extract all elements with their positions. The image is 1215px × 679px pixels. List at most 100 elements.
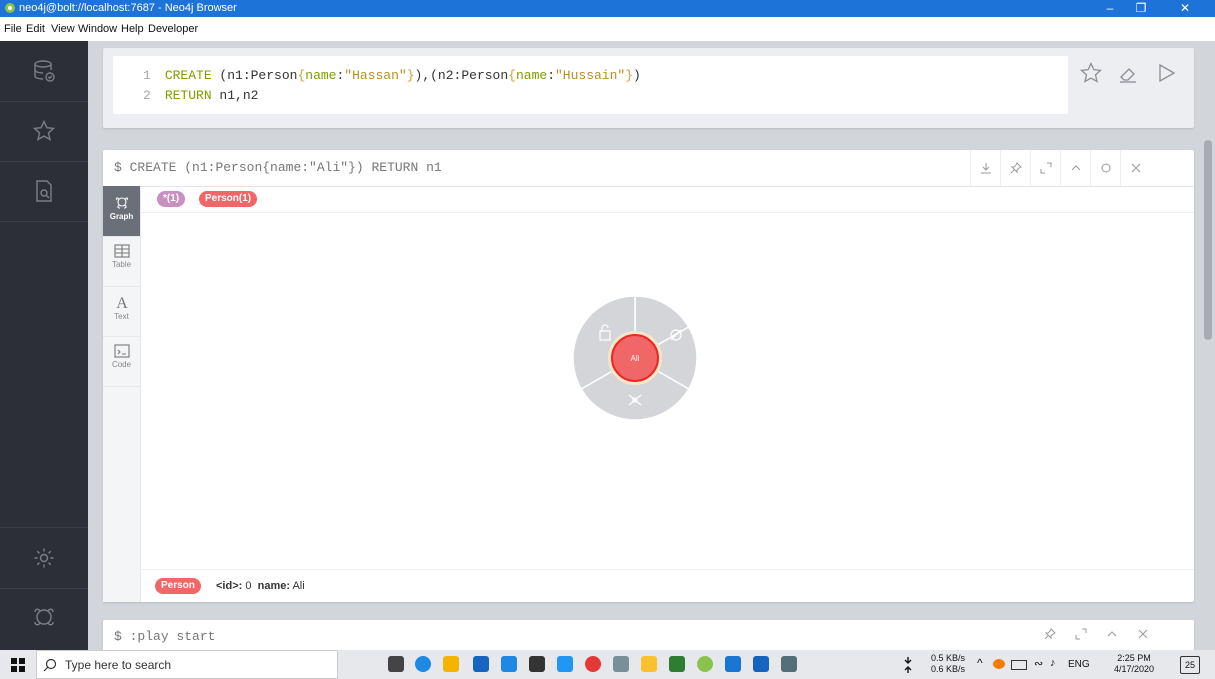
excel-icon[interactable] — [669, 656, 685, 672]
language-indicator[interactable]: ENG — [1068, 659, 1090, 670]
tab-table[interactable]: Table — [103, 236, 140, 287]
status-label-badge[interactable]: Person — [155, 578, 201, 594]
tray-app-icon[interactable] — [993, 659, 1005, 669]
fullscreen-button[interactable] — [1030, 150, 1061, 186]
minimize-button[interactable]: – — [1095, 0, 1125, 17]
editor-line-2: 2 RETURN n1,n2 — [143, 88, 259, 103]
sidebar-about[interactable] — [0, 587, 88, 647]
document-search-icon — [36, 180, 52, 202]
clear-eraser-icon[interactable] — [1116, 61, 1140, 85]
sidebar-favorites[interactable] — [0, 101, 88, 162]
pin-button[interactable] — [1000, 150, 1031, 186]
neo4j-app-icon — [5, 3, 15, 13]
wifi-icon[interactable]: ∾ — [1034, 657, 1043, 670]
search-placeholder: Type here to search — [65, 658, 172, 672]
menu-file[interactable]: File — [4, 23, 22, 35]
volume-icon[interactable]: ♪ — [1050, 657, 1056, 669]
settings-app-icon[interactable] — [529, 656, 545, 672]
clock[interactable]: 2:25 PM 4/17/2020 — [1112, 653, 1156, 675]
app3-icon[interactable] — [781, 656, 797, 672]
chevron-up-icon[interactable] — [1106, 628, 1118, 640]
tab-graph[interactable]: Graph — [103, 186, 140, 237]
notification-center-icon[interactable]: 25 — [1180, 656, 1200, 674]
menu-developer[interactable]: Developer — [148, 23, 198, 35]
favorite-star-icon[interactable] — [1079, 61, 1103, 85]
graph-legend: *(1) Person(1) — [141, 186, 1194, 213]
sidebar-documents[interactable] — [0, 161, 88, 222]
menu-help[interactable]: Help — [121, 23, 144, 35]
word-icon[interactable] — [753, 656, 769, 672]
tab-code-label: Code — [111, 360, 132, 369]
name-value: Ali — [292, 580, 305, 592]
legend-person[interactable]: Person(1) — [199, 191, 258, 207]
neo4j-taskbar-icon[interactable] — [697, 656, 713, 672]
database-icon — [34, 60, 55, 82]
close-frame-button[interactable] — [1120, 150, 1151, 186]
frame2-query[interactable]: $ :play start — [114, 629, 215, 644]
vscode-icon[interactable] — [557, 656, 573, 672]
battery-icon[interactable] — [1011, 660, 1027, 670]
line-number: 1 — [143, 68, 151, 83]
window-title: neo4j@bolt://localhost:7687 - Neo4j Brow… — [19, 2, 237, 14]
pin-icon — [1010, 162, 1022, 174]
graph-svg: Ali — [572, 295, 698, 421]
download-button[interactable] — [970, 150, 1001, 186]
query-editor-panel: 1 CREATE (n1:Person{name:"Hassan"}),(n2:… — [103, 48, 1194, 128]
tab-graph-label: Graph — [109, 212, 134, 221]
mail-icon[interactable] — [501, 656, 517, 672]
net-up: 0.5 KB/s — [931, 653, 966, 663]
query-editor[interactable]: 1 CREATE (n1:Person{name:"Hassan"}),(n2:… — [113, 56, 1068, 114]
sidebar-database[interactable] — [0, 41, 88, 102]
net-down: 0.6 KB/s — [931, 664, 966, 674]
menu-window[interactable]: Window — [78, 23, 117, 35]
rerun-button[interactable] — [1090, 150, 1121, 186]
line-number: 2 — [143, 88, 151, 103]
app-icon[interactable] — [613, 656, 629, 672]
expand-icon[interactable] — [1075, 628, 1087, 640]
graph-icon — [115, 197, 128, 209]
status-properties: <id>: 0 name: Ali — [216, 580, 305, 592]
close-icon[interactable] — [1137, 628, 1149, 640]
sticky-notes-icon[interactable] — [641, 656, 657, 672]
collapse-button[interactable] — [1060, 150, 1091, 186]
svg-text:A: A — [116, 295, 128, 310]
scrollbar-thumb[interactable] — [1204, 140, 1212, 340]
frame-query[interactable]: $ CREATE (n1:Person{name:"Ali"}) RETURN … — [114, 160, 442, 175]
chevron-up-icon — [1071, 165, 1081, 171]
graph-canvas[interactable]: Ali — [141, 213, 1194, 567]
chrome-icon[interactable] — [585, 656, 601, 672]
app2-icon[interactable] — [725, 656, 741, 672]
taskbar-search[interactable]: Type here to search — [36, 650, 338, 679]
run-play-icon[interactable] — [1154, 61, 1178, 85]
pin-icon[interactable] — [1044, 628, 1056, 640]
network-speed: 0.5 KB/s 0.6 KB/s — [931, 653, 965, 675]
chevron-up-tray-icon[interactable]: ^ — [977, 656, 983, 670]
windows-start-icon[interactable] — [11, 658, 25, 672]
prompt-symbol: $ — [114, 629, 122, 644]
legend-all-nodes[interactable]: *(1) — [157, 191, 186, 207]
sidebar-settings[interactable] — [0, 527, 88, 589]
name-key: name: — [257, 580, 291, 592]
tab-table-label: Table — [111, 260, 132, 269]
maximize-button[interactable]: ❐ — [1126, 0, 1156, 17]
menu-edit[interactable]: Edit — [26, 23, 45, 35]
id-key: <id>: — [216, 580, 243, 592]
menu-view[interactable]: View — [51, 23, 75, 35]
clock-date: 4/17/2020 — [1113, 664, 1155, 674]
edge-browser-icon[interactable] — [415, 656, 431, 672]
menu-bar: File Edit View Window Help Developer — [0, 17, 1215, 41]
tab-text-label: Text — [114, 312, 129, 321]
neo4j-logo-icon — [34, 608, 54, 626]
close-icon — [1131, 163, 1141, 173]
tab-code[interactable]: Code — [103, 336, 140, 387]
close-window-button[interactable]: ✕ — [1170, 0, 1200, 17]
gear-icon — [34, 548, 54, 568]
frame-header: $ CREATE (n1:Person{name:"Ali"}) RETURN … — [103, 150, 1194, 187]
file-explorer-icon[interactable] — [443, 656, 459, 672]
task-view-icon[interactable] — [388, 656, 404, 672]
expand-icon — [1040, 162, 1052, 174]
store-icon[interactable] — [473, 656, 489, 672]
tab-text[interactable]: A Text — [103, 286, 140, 337]
frame2-query-text: :play start — [129, 629, 216, 644]
view-tabs: Graph Table A Text Code — [103, 186, 141, 602]
